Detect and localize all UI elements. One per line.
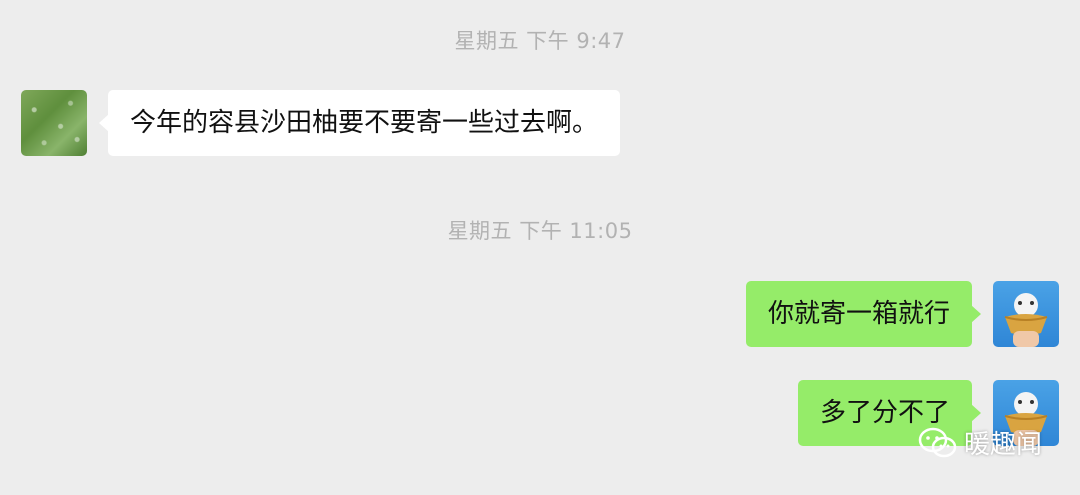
incoming-message[interactable]: 今年的容县沙田柚要不要寄一些过去啊。 [98,90,621,156]
watermark-text: 暖趣闻 [964,430,1043,460]
contact-avatar[interactable] [21,90,87,156]
chat-window: 星期五 下午 9:47 今年的容县沙田柚要不要寄一些过去啊。 星期五 下午 11… [0,0,1080,495]
wechat-icon [918,427,957,457]
timestamp: 星期五 下午 9:47 [454,29,626,53]
timestamp: 星期五 下午 11:05 [447,219,633,243]
outgoing-message[interactable]: 你就寄一箱就行 [745,281,982,347]
self-avatar[interactable] [993,281,1059,347]
avatar-image [1004,293,1048,347]
watermark: 暖趣闻 [918,424,1042,461]
